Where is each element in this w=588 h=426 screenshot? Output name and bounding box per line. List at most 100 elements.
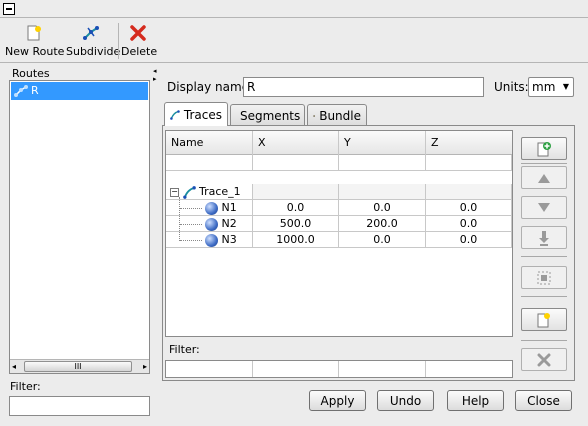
tab-segments[interactable]: Segments — [230, 104, 305, 126]
table-row[interactable]: N1 0.0 0.0 0.0 — [166, 200, 512, 216]
units-select[interactable]: mm ▼ — [528, 77, 574, 97]
node-sphere-icon — [205, 233, 218, 247]
button-separator — [521, 296, 567, 297]
traces-table: Name X Y Z − Trace_1 N1 0.0 0.0 0.0 N2 5… — [165, 130, 513, 337]
node-z[interactable]: 0.0 — [426, 200, 512, 216]
display-name-input[interactable] — [243, 77, 484, 97]
col-z[interactable]: Z — [426, 131, 512, 155]
table-filter-label: Filter: — [169, 343, 200, 356]
table-filter-y[interactable] — [339, 361, 426, 377]
table-filter-x[interactable] — [253, 361, 339, 377]
routes-filter-input[interactable] — [9, 396, 150, 416]
tree-collapse-icon[interactable]: − — [170, 187, 179, 197]
table-cell — [426, 184, 512, 200]
undo-button[interactable]: Undo — [377, 390, 434, 411]
panel-splitter[interactable]: ◂ ▸ — [153, 67, 158, 422]
table-row[interactable]: N2 500.0 200.0 0.0 — [166, 216, 512, 232]
node-sphere-icon — [205, 201, 218, 215]
move-bottom-button[interactable] — [521, 226, 567, 249]
tab-bundle-label: Bundle — [319, 108, 361, 123]
routes-filter-label: Filter: — [10, 380, 41, 393]
bundle-icon — [313, 114, 316, 117]
node-sphere-icon — [205, 217, 218, 231]
move-to-bottom-icon — [539, 230, 549, 246]
node-x[interactable]: 0.0 — [253, 200, 339, 216]
collapse-right-icon[interactable]: ▸ — [153, 75, 158, 83]
button-separator — [521, 340, 567, 341]
delete-button[interactable]: Delete — [121, 21, 158, 61]
table-filter-z[interactable] — [426, 361, 512, 377]
node-y[interactable]: 0.0 — [339, 232, 426, 248]
table-cell — [253, 184, 339, 200]
filter-cell-y[interactable] — [339, 155, 426, 171]
trace-name: Trace_1 — [199, 185, 241, 198]
table-filter-row — [165, 360, 513, 378]
select-range-button[interactable] — [521, 266, 567, 289]
routes-panel: Routes R ◂ III ▸ Filter: — [6, 67, 151, 422]
units-value: mm — [532, 80, 556, 94]
node-z[interactable]: 0.0 — [426, 232, 512, 248]
node-y[interactable]: 200.0 — [339, 216, 426, 232]
node-x[interactable]: 500.0 — [253, 216, 339, 232]
scroll-right-icon[interactable]: ▸ — [143, 362, 147, 371]
tree-branch-line — [180, 240, 202, 241]
table-filter-name[interactable] — [166, 361, 253, 377]
tab-bundle[interactable]: Bundle — [307, 104, 367, 126]
node-z[interactable]: 0.0 — [426, 216, 512, 232]
table-header: Name X Y Z — [166, 131, 512, 155]
node-name-cell[interactable]: N3 — [166, 232, 253, 248]
add-document-icon — [537, 141, 551, 156]
minimize-icon[interactable] — [3, 3, 15, 15]
col-x[interactable]: X — [253, 131, 339, 155]
table-row[interactable]: − Trace_1 — [166, 184, 512, 200]
subdivide-icon — [83, 26, 99, 40]
new-trace-button[interactable] — [521, 308, 567, 331]
tab-segments-label: Segments — [240, 108, 301, 123]
routes-hscrollbar[interactable]: ◂ III ▸ — [10, 359, 149, 373]
move-down-button[interactable] — [521, 196, 567, 219]
subdivide-button[interactable]: Subdivide — [66, 21, 120, 61]
display-name-label: Display name: — [167, 80, 254, 94]
title-bar — [0, 0, 588, 18]
trace-icon — [182, 185, 196, 199]
delete-x-icon — [537, 353, 551, 366]
new-route-label: New Route — [5, 45, 65, 58]
new-document-icon — [537, 312, 550, 327]
col-name[interactable]: Name — [166, 131, 253, 155]
collapse-left-icon[interactable]: ◂ — [153, 67, 158, 75]
route-icon — [14, 85, 28, 97]
routes-title: Routes — [12, 67, 50, 80]
help-button[interactable]: Help — [447, 390, 504, 411]
node-name-cell[interactable]: N1 — [166, 200, 253, 216]
scroll-thumb[interactable]: III — [24, 361, 132, 372]
node-x[interactable]: 1000.0 — [253, 232, 339, 248]
apply-button[interactable]: Apply — [309, 390, 366, 411]
delete-node-button[interactable] — [521, 348, 567, 371]
move-up-button[interactable] — [521, 166, 567, 189]
units-label: Units: — [494, 80, 529, 94]
route-item[interactable]: R — [11, 82, 148, 100]
tab-traces[interactable]: Traces — [164, 102, 228, 126]
scroll-left-icon[interactable]: ◂ — [12, 362, 16, 371]
chevron-down-icon: ▼ — [562, 82, 569, 91]
table-row[interactable]: N3 1000.0 0.0 0.0 — [166, 232, 512, 248]
add-node-button[interactable] — [521, 137, 567, 160]
tree-branch-line — [180, 224, 202, 225]
routes-list[interactable]: R ◂ III ▸ — [9, 80, 150, 374]
route-item-label: R — [31, 84, 39, 97]
filter-cell-x[interactable] — [253, 155, 339, 171]
node-name-cell[interactable]: N2 — [166, 216, 253, 232]
close-button[interactable]: Close — [515, 390, 572, 411]
filter-cell-z[interactable] — [426, 155, 512, 171]
node-y[interactable]: 0.0 — [339, 200, 426, 216]
delete-x-icon — [130, 25, 146, 41]
tree-branch-line — [180, 208, 202, 209]
column-filter-row — [166, 155, 512, 171]
col-y[interactable]: Y — [339, 131, 426, 155]
delete-label: Delete — [121, 45, 158, 58]
filter-cell-name[interactable] — [166, 155, 253, 171]
trace-icon — [170, 109, 180, 120]
new-route-button[interactable]: New Route — [5, 21, 65, 61]
table-cell — [339, 184, 426, 200]
new-document-icon — [27, 25, 41, 41]
